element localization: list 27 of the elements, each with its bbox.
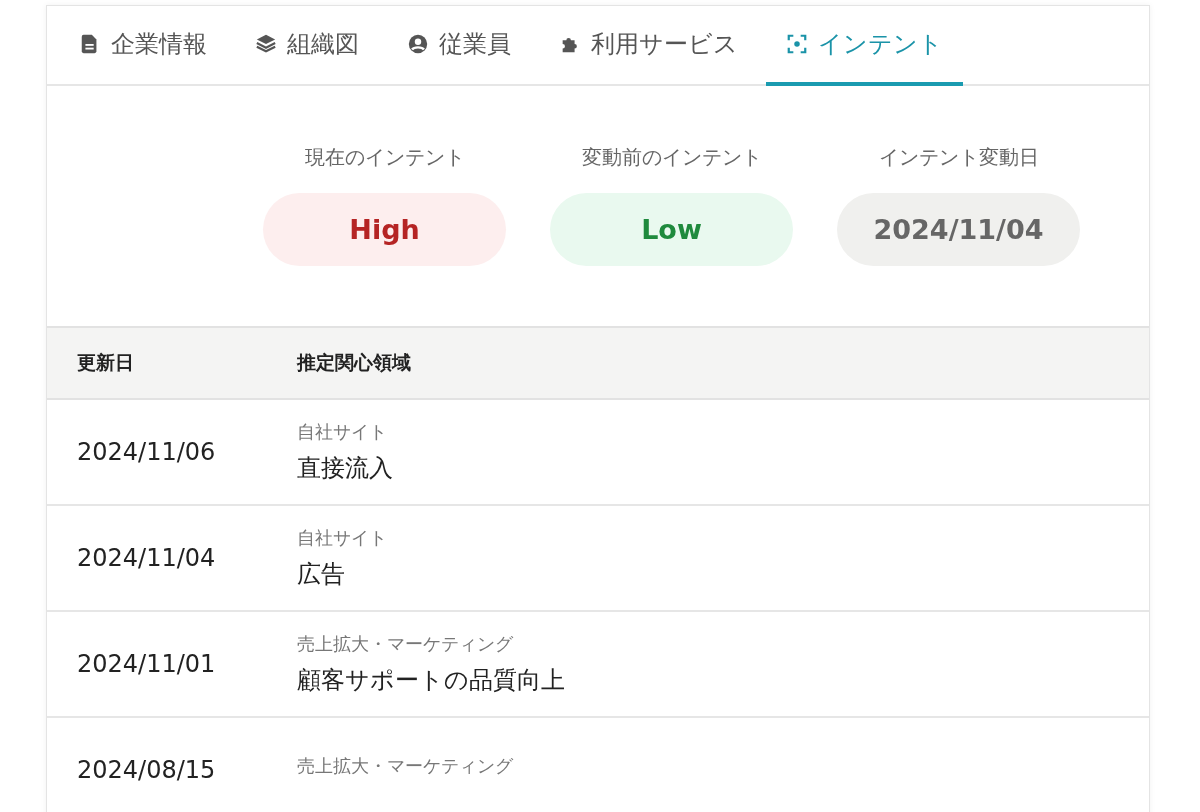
column-header: 更新日: [76, 350, 135, 375]
intent-label: 現在のインテント: [304, 144, 465, 171]
intent-label: 変動前のインテント: [581, 144, 762, 171]
category-text: 自社サイト: [297, 420, 388, 444]
intent-label: インテント変動日: [878, 144, 1039, 171]
tab[interactable]: 企業情報: [59, 6, 227, 86]
intent-level: Low: [550, 193, 793, 266]
column-header: 推定関心領域: [297, 350, 411, 375]
intent-date: 2024/11/04: [837, 193, 1080, 266]
focus-icon: [786, 33, 808, 55]
intent-level: High: [263, 193, 506, 266]
tab[interactable]: 組織図: [235, 6, 379, 86]
tab[interactable]: 利用サービス: [539, 6, 758, 86]
tab[interactable]: 従業員: [387, 6, 531, 86]
date-cell-text: 2024/08/15: [76, 756, 217, 784]
date-cell-text: 2024/11/06: [76, 438, 217, 466]
topic-text: 広告: [297, 559, 346, 590]
stack-icon: [255, 33, 277, 55]
category-text: 売上拡大・マーケティング: [297, 754, 513, 778]
topic-text: 顧客サポートの品質向上: [297, 665, 565, 696]
date-cell-text: 2024/11/01: [76, 650, 217, 678]
user-icon: [407, 33, 429, 55]
topic-text: 直接流入: [297, 453, 393, 484]
date-cell-text: 2024/11/04: [76, 544, 217, 572]
tab[interactable]: インテント: [766, 6, 963, 86]
category-text: 自社サイト: [297, 526, 387, 550]
category-text: 売上拡大・マーケティング: [297, 632, 514, 656]
